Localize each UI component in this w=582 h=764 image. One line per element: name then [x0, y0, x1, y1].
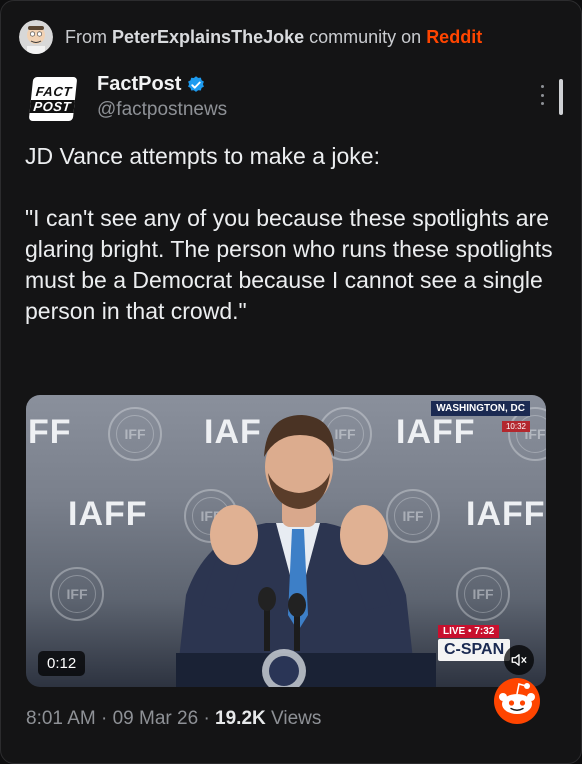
tweet-quote: "I can't see any of you because these sp…	[25, 205, 553, 324]
live-label: LIVE	[443, 626, 466, 637]
separator: ·	[101, 708, 108, 729]
community-avatar[interactable]	[19, 20, 53, 54]
post-time[interactable]: 8:01 AM	[26, 708, 96, 729]
views-label: Views	[271, 708, 322, 729]
live-badge: LIVE • 7:32	[438, 625, 500, 638]
news-chyron: WASHINGTON, DC 10:32	[431, 401, 530, 434]
source-banner[interactable]: From PeterExplainsTheJoke community on R…	[19, 19, 482, 55]
account-handle[interactable]: @factpostnews	[97, 99, 227, 121]
banner-middle: community on	[309, 26, 422, 47]
post-date[interactable]: 09 Mar 26	[113, 708, 199, 729]
live-time: 7:32	[474, 626, 495, 637]
chyron-time: 10:32	[501, 421, 530, 432]
verified-badge-icon	[188, 75, 205, 92]
account-name-row[interactable]: FactPost	[97, 73, 206, 96]
reddit-link[interactable]: Reddit	[426, 27, 482, 47]
speaker-mute-icon	[511, 654, 527, 666]
mute-button[interactable]	[504, 645, 534, 675]
community-name-link[interactable]: PeterExplainsTheJoke	[112, 27, 304, 47]
peter-avatar-icon	[19, 20, 53, 54]
banner-text: From PeterExplainsTheJoke community on R…	[65, 27, 482, 48]
views-count: 19.2K	[215, 708, 266, 729]
logo-line1: FACT	[35, 84, 73, 99]
post-meta: 8:01 AM · 09 Mar 26 · 19.2K Views	[26, 708, 321, 730]
chyron-location: WASHINGTON, DC	[431, 401, 530, 416]
separator: ·	[203, 708, 210, 729]
account-name[interactable]: FactPost	[97, 73, 181, 96]
scrollbar-thumb[interactable]	[559, 79, 563, 115]
video-player[interactable]: FF IFF IAF IFF IAFF IFF IAFF IFF IFF IAF…	[26, 395, 546, 687]
factpost-logo[interactable]: FACT POST	[28, 77, 78, 121]
post-card: From PeterExplainsTheJoke community on R…	[0, 0, 582, 764]
tweet-text: JD Vance attempts to make a joke: "I can…	[25, 141, 555, 358]
more-options-icon[interactable]	[537, 85, 547, 105]
network-logo: C-SPAN	[438, 639, 511, 661]
logo-line2: POST	[29, 99, 75, 114]
reddit-snoo-icon[interactable]	[491, 673, 543, 725]
video-duration: 0:12	[38, 651, 86, 676]
banner-from: From	[65, 26, 107, 47]
tweet-line1: JD Vance attempts to make a joke:	[25, 143, 380, 169]
